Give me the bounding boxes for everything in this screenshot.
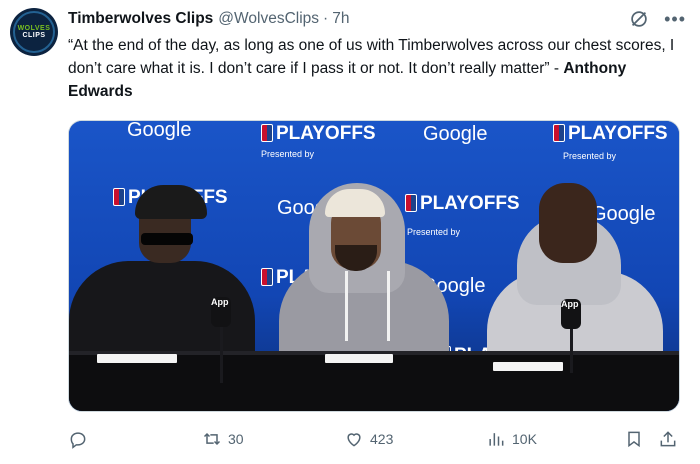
- share-icon: [660, 431, 676, 447]
- tweet-text: “At the end of the day, as long as one o…: [68, 34, 678, 103]
- user-handle[interactable]: @WolvesClips: [218, 10, 319, 28]
- views-icon: [489, 433, 504, 446]
- retweet-button[interactable]: 30: [202, 426, 244, 452]
- paper-sheet: [493, 362, 563, 371]
- backdrop-playoffs-logo: PLAYOFFS: [553, 123, 668, 145]
- retweet-count: 30: [228, 431, 244, 447]
- like-count: 423: [370, 431, 394, 447]
- presented-by-text: Presented by: [407, 227, 461, 237]
- player-right-head: [539, 183, 597, 263]
- presented-by-text: Presented by: [261, 149, 315, 159]
- player-left-sunglasses: [141, 233, 193, 245]
- paper-sheet: [97, 354, 177, 363]
- press-table: [69, 355, 679, 411]
- nba-shield-icon: [405, 194, 417, 212]
- nba-shield-icon: [261, 268, 273, 286]
- tweet-media-image[interactable]: Google PLAYOFFS Google PLAYOFFS Presente…: [68, 120, 680, 412]
- paper-sheet: [325, 354, 393, 363]
- mic-tag: App: [561, 299, 579, 309]
- presented-by-text: Presented by: [563, 151, 617, 161]
- hoodie-cord: [387, 271, 390, 341]
- views-button[interactable]: 10K: [486, 426, 537, 452]
- bookmark-icon: [628, 431, 640, 448]
- backdrop-google-logo: Google: [127, 120, 192, 141]
- views-count: 10K: [512, 431, 537, 447]
- backdrop-google-logo: Google: [591, 203, 656, 225]
- retweet-icon: [203, 432, 221, 446]
- hoodie-cord: [345, 271, 348, 341]
- backdrop-playoffs-logo: PLAYOFFS: [261, 123, 376, 145]
- mic-stand: [570, 329, 573, 373]
- tweet-card[interactable]: WOLVES CLIPS Timberwolves Clips @WolvesC…: [0, 0, 700, 464]
- more-icon[interactable]: •••: [664, 10, 686, 28]
- grok-icon[interactable]: [628, 8, 650, 30]
- avatar-text-top: WOLVES: [17, 25, 51, 32]
- player-left-cap: [135, 185, 207, 219]
- nba-shield-icon: [261, 124, 273, 142]
- backdrop-playoffs-logo: PLAYOFFS: [405, 193, 520, 215]
- backdrop-google-logo: Google: [423, 123, 488, 145]
- header-actions: •••: [628, 8, 686, 30]
- nba-shield-icon: [553, 124, 565, 142]
- display-name[interactable]: Timberwolves Clips: [68, 10, 213, 28]
- avatar-text-bottom: CLIPS: [22, 32, 46, 39]
- like-button[interactable]: 423: [344, 426, 393, 452]
- reply-button[interactable]: [68, 426, 94, 452]
- mic-tag: App: [211, 297, 229, 307]
- mic-stand: [220, 327, 223, 383]
- separator-dot: ·: [323, 10, 329, 27]
- bookmark-button[interactable]: [624, 426, 644, 452]
- avatar[interactable]: WOLVES CLIPS: [10, 8, 58, 56]
- share-button[interactable]: [658, 426, 678, 452]
- reply-icon: [70, 432, 86, 449]
- heart-icon: [347, 433, 361, 447]
- tweet-header: Timberwolves Clips @WolvesClips · 7h: [68, 9, 349, 29]
- timestamp[interactable]: 7h: [332, 10, 349, 28]
- tweet-actions-bar: 30 423 10K: [68, 426, 678, 454]
- nba-shield-icon: [113, 188, 125, 206]
